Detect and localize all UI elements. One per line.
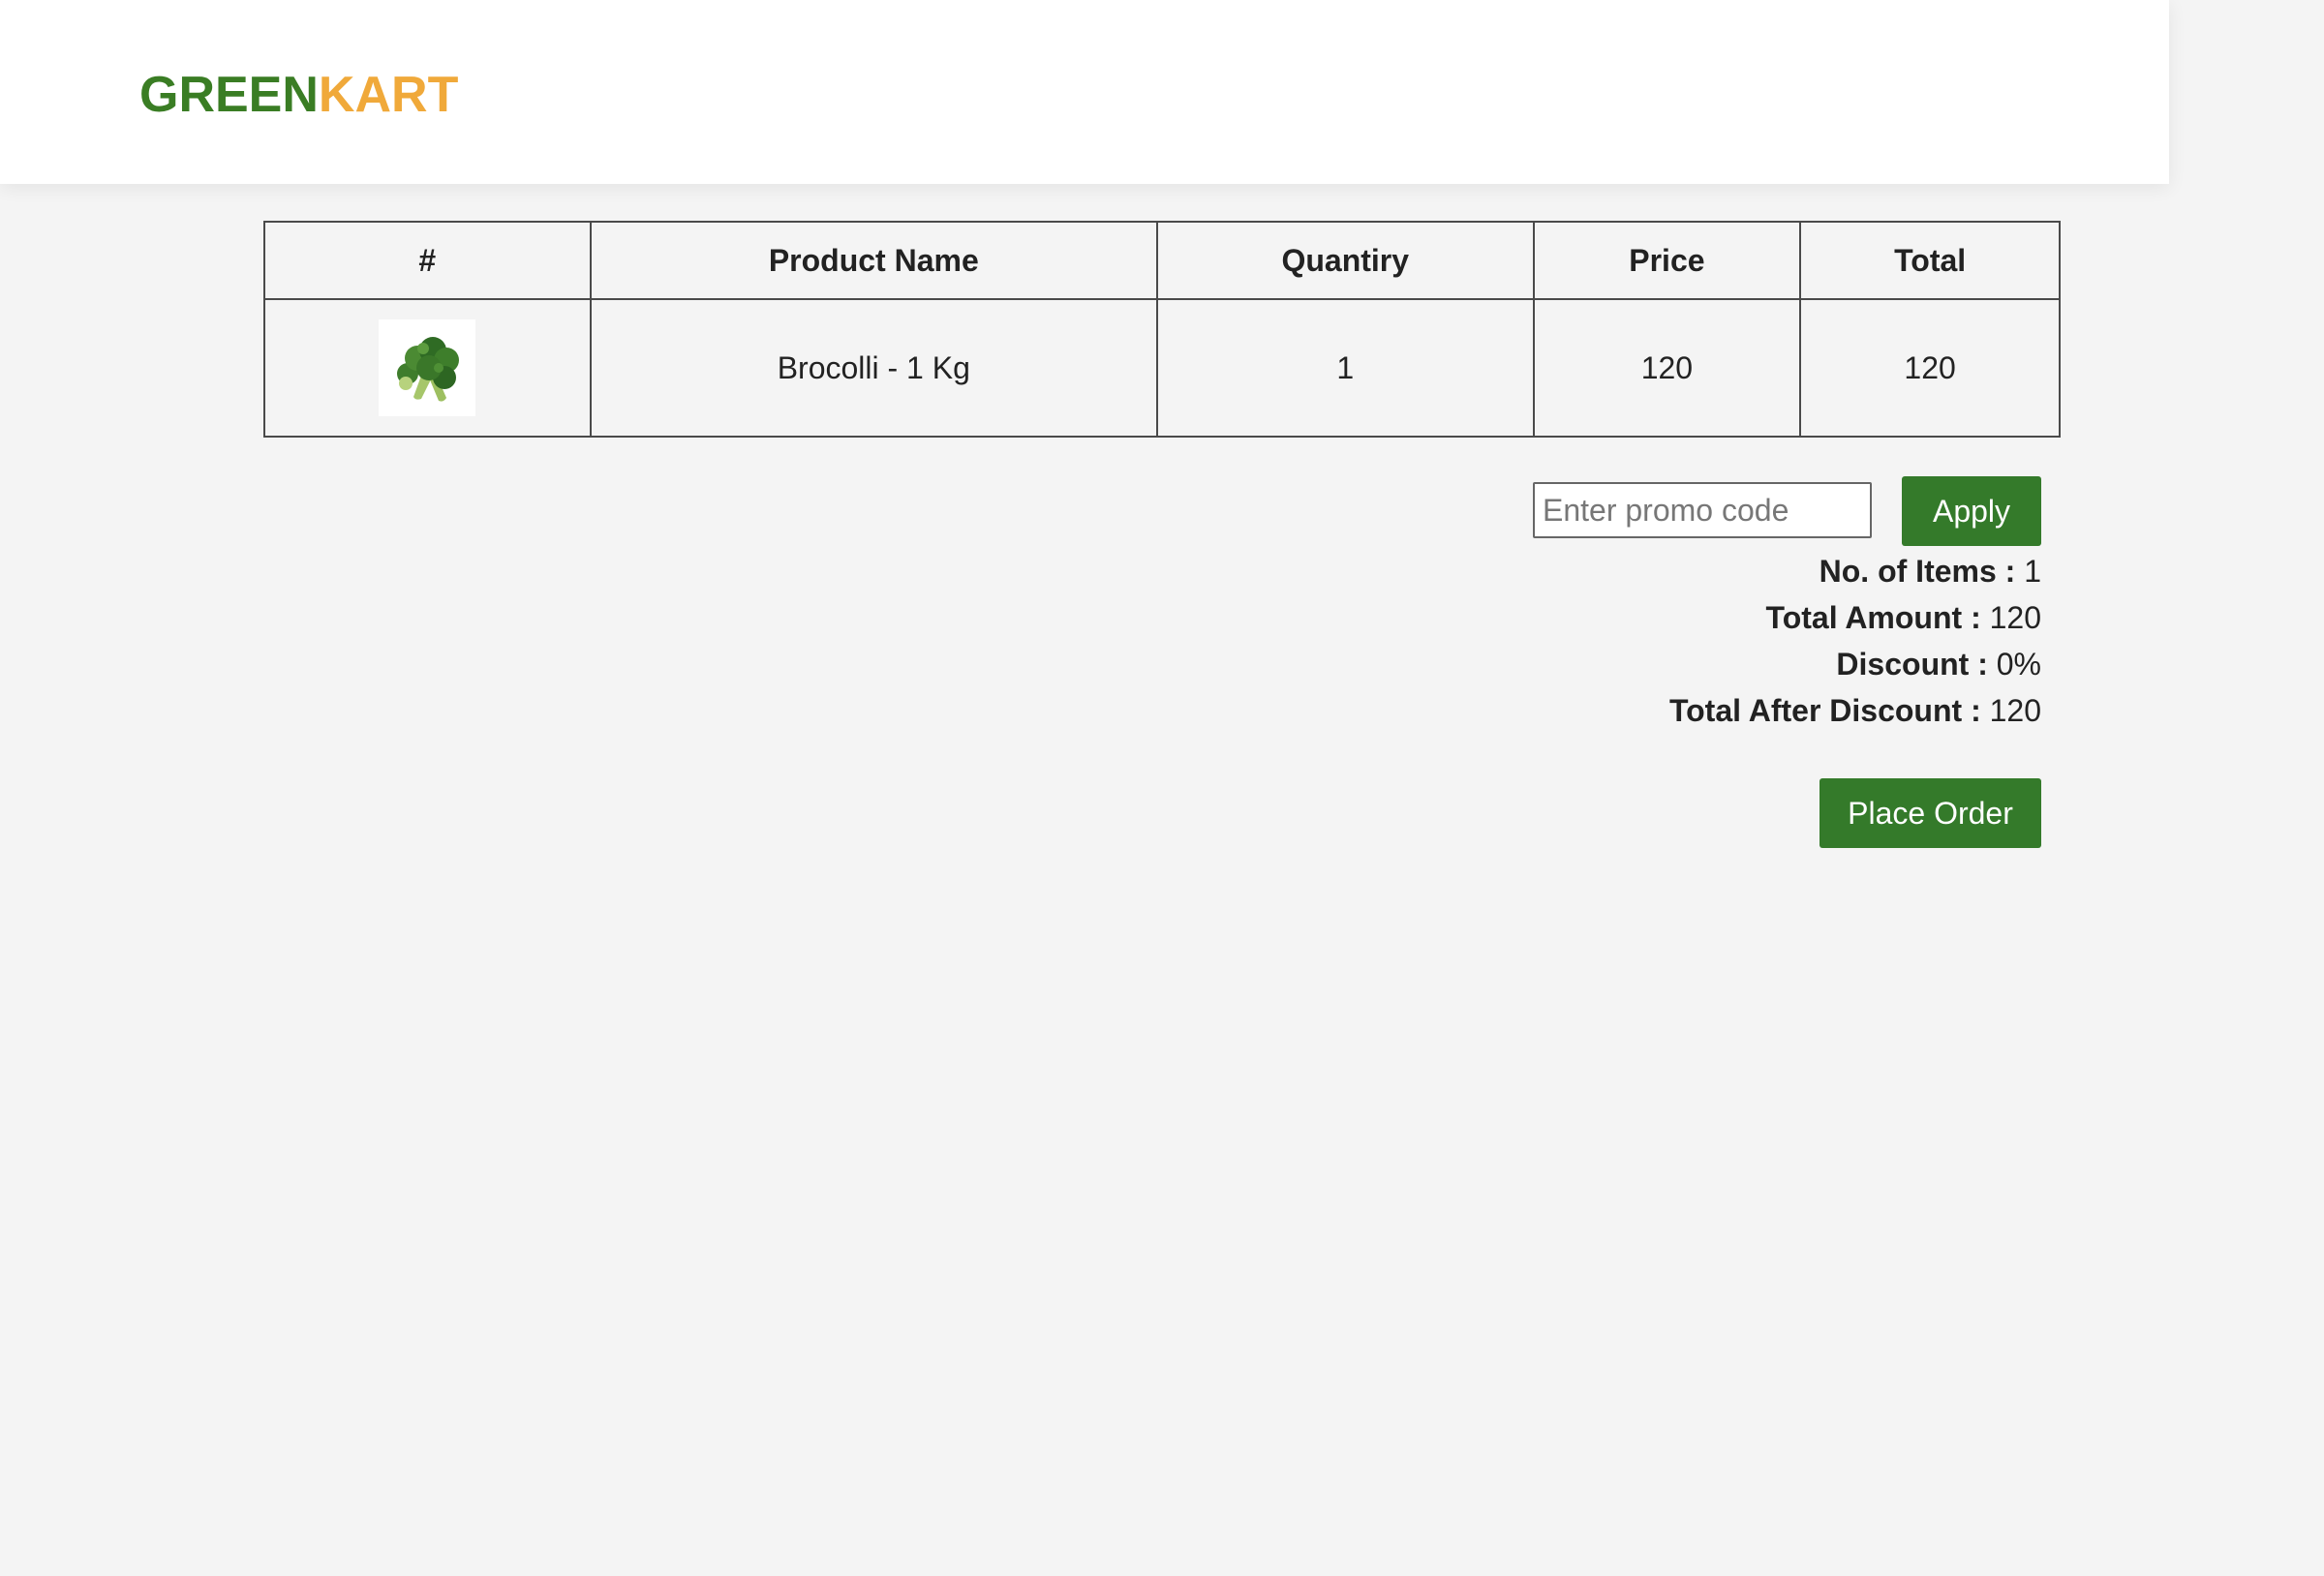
summary-items-row: No. of Items : 1 — [1669, 548, 2041, 594]
promo-code-input[interactable] — [1533, 482, 1872, 538]
apply-promo-button[interactable]: Apply — [1902, 476, 2041, 546]
column-header-price: Price — [1532, 221, 1802, 300]
brand-logo-green: GREEN — [139, 67, 319, 123]
column-header-index: # — [263, 221, 592, 300]
column-header-total: Total — [1799, 221, 2061, 300]
table-row: Brocolli - 1 Kg 1 120 120 — [263, 298, 2061, 438]
total-amount-label: Total Amount : — [1765, 600, 1981, 635]
discount-label: Discount : — [1836, 647, 1988, 682]
total-cell: 120 — [1799, 298, 2061, 438]
total-after-discount-label: Total After Discount : — [1668, 693, 1981, 728]
broccoli-icon — [379, 319, 476, 416]
brand-logo[interactable]: GREENKART — [139, 66, 458, 124]
quantity-cell: 1 — [1155, 298, 1535, 438]
items-count-label: No. of Items : — [1819, 554, 2016, 589]
price-cell: 120 — [1532, 298, 1802, 438]
product-name-cell: Brocolli - 1 Kg — [589, 298, 1158, 438]
brand-logo-kart: KART — [318, 67, 459, 123]
items-count-value: 1 — [2024, 554, 2041, 589]
cart-table: # Product Name Quantiry Price Total Broc… — [263, 221, 2061, 438]
column-header-quantity: Quantiry — [1155, 221, 1535, 300]
discount-value: 0% — [1996, 647, 2041, 682]
site-header: GREENKART — [0, 0, 2169, 184]
order-summary: No. of Items : 1 Total Amount : 120 Disc… — [1669, 548, 2041, 734]
summary-after-discount-row: Total After Discount : 120 — [1669, 687, 2041, 734]
summary-discount-row: Discount : 0% — [1669, 641, 2041, 687]
total-amount-value: 120 — [1989, 600, 2041, 635]
place-order-button[interactable]: Place Order — [1819, 778, 2041, 848]
product-image-cell — [263, 298, 592, 438]
table-header-row: # Product Name Quantiry Price Total — [263, 221, 2061, 300]
total-after-discount-value: 120 — [1989, 693, 2041, 728]
column-header-product-name: Product Name — [589, 221, 1158, 300]
summary-amount-row: Total Amount : 120 — [1669, 594, 2041, 641]
